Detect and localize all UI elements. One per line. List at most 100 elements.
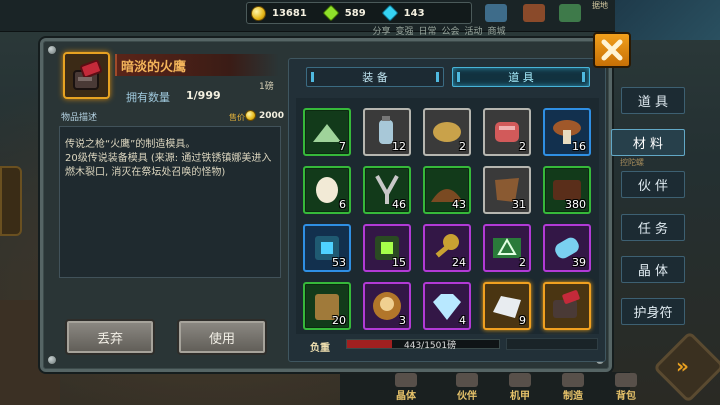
side-tab-quests[interactable]: 任 务 (621, 214, 685, 241)
discard-button[interactable]: 丢弃 (65, 319, 155, 355)
item-count: 9 (519, 314, 526, 327)
gold-coin-icon (245, 110, 256, 121)
inventory-slot[interactable] (543, 282, 591, 330)
double-chevron-icon: » (676, 354, 689, 378)
item-count: 380 (565, 198, 586, 211)
own-count-value: 1/999 (186, 89, 221, 102)
tab-equipment[interactable]: 装 备 (306, 67, 444, 87)
shop-cart-icon (559, 4, 581, 22)
use-button[interactable]: 使用 (177, 319, 267, 355)
left-expand-handle[interactable] (0, 166, 22, 236)
item-count: 20 (332, 314, 346, 327)
inventory-slot[interactable]: 2 (483, 224, 531, 272)
inventory-slot[interactable]: 380 (543, 166, 591, 214)
side-tab-items[interactable]: 道 具 (621, 87, 685, 114)
top-menu-daily[interactable]: 日常 (416, 24, 439, 37)
blue-diamond-icon (381, 4, 399, 22)
close-icon (601, 39, 623, 61)
bottom-nav-partners[interactable]: 伙伴 (447, 372, 487, 405)
item-count: 7 (339, 140, 346, 153)
side-tab-amulets[interactable]: 护身符 (621, 298, 685, 325)
item-count: 16 (572, 140, 586, 153)
crystals-icon (395, 373, 417, 387)
top-menu: 分享 变强 日常 公会 活动 商城 (370, 24, 508, 37)
events-button[interactable] (518, 4, 550, 34)
tab-marker (582, 72, 585, 82)
item-count: 53 (332, 256, 346, 269)
inventory-slot[interactable]: 15 (363, 224, 411, 272)
inventory-slot[interactable]: 2 (483, 108, 531, 156)
bottom-nav-crystals[interactable]: 晶体 (386, 372, 426, 405)
side-tab-materials[interactable]: 材 料 (611, 129, 685, 156)
firehawk-blueprint-icon (553, 290, 580, 318)
gold-coin-icon (251, 5, 266, 21)
inventory-slot[interactable]: 39 (543, 224, 591, 272)
backpack-icon (615, 373, 637, 387)
bottom-nav-label: 机甲 (510, 391, 530, 402)
tab-items[interactable]: 道 具 (452, 67, 590, 87)
side-hint: 控陀螺 (620, 158, 644, 167)
mech-icon (509, 373, 531, 387)
crafting-icon (562, 373, 584, 387)
inventory-slot[interactable]: 9 (483, 282, 531, 330)
item-count: 43 (452, 198, 466, 211)
inventory-slot[interactable]: 46 (363, 166, 411, 214)
green-gem-value: 589 (344, 7, 366, 19)
shop-button[interactable] (554, 4, 586, 34)
item-count: 2 (459, 140, 466, 153)
item-count: 4 (459, 314, 466, 327)
top-menu-events[interactable]: 活动 (462, 24, 485, 37)
item-count: 31 (512, 198, 526, 211)
description-tab: 物品描述 (61, 113, 98, 123)
price-label: 售价 (229, 113, 245, 122)
inventory-slot[interactable]: 12 (363, 108, 411, 156)
item-count: 46 (392, 198, 406, 211)
partners-icon (456, 373, 478, 387)
firehawk-blueprint-icon (72, 59, 102, 90)
bottom-nav-mech[interactable]: 机甲 (500, 372, 540, 405)
side-tab-partners[interactable]: 伙 伴 (621, 171, 685, 198)
item-count: 15 (392, 256, 406, 269)
top-menu-strengthen[interactable]: 变强 (393, 24, 416, 37)
top-menu-guild[interactable]: 公会 (439, 24, 462, 37)
top-menu-share[interactable]: 分享 (370, 24, 393, 37)
tab-marker (457, 72, 460, 82)
inventory-slot[interactable]: 7 (303, 108, 351, 156)
item-count: 39 (572, 256, 586, 269)
side-tab-crystals[interactable]: 晶 体 (621, 256, 685, 283)
item-count: 3 (399, 314, 406, 327)
green-gem-icon (322, 4, 340, 22)
inventory-slot[interactable]: 31 (483, 166, 531, 214)
gold-value: 13681 (272, 7, 307, 19)
inventory-slot[interactable]: 24 (423, 224, 471, 272)
top-menu-shop[interactable]: 商城 (485, 24, 508, 37)
bottom-nav-label: 背包 (616, 391, 636, 402)
inventory-slot[interactable]: 4 (423, 282, 471, 330)
inventory-slot[interactable]: 16 (543, 108, 591, 156)
diamond-value: 143 (403, 7, 425, 19)
base-tag: 据地 (592, 1, 608, 10)
inventory-slot[interactable]: 3 (363, 282, 411, 330)
load-bar-fill (347, 340, 392, 348)
price-value: 2000 (259, 111, 285, 121)
bottom-nav-backpack[interactable]: 背包 (606, 372, 646, 405)
tab-items-label: 道 具 (508, 71, 534, 84)
inventory-slot[interactable]: 6 (303, 166, 351, 214)
own-count-label: 拥有数量 (126, 91, 170, 104)
bottom-nav-label: 晶体 (396, 391, 416, 402)
events-icon (523, 4, 545, 22)
item-count: 6 (339, 198, 346, 211)
guild-icon (485, 4, 507, 22)
inventory-slot[interactable]: 53 (303, 224, 351, 272)
item-count: 2 (519, 256, 526, 269)
close-button[interactable] (593, 32, 631, 68)
gold-resource: 13681 (247, 3, 311, 23)
inventory-slot[interactable]: 43 (423, 166, 471, 214)
inventory-slot[interactable]: 20 (303, 282, 351, 330)
inventory-slot[interactable]: 2 (423, 108, 471, 156)
load-extra-bar (506, 338, 598, 350)
tab-marker (311, 72, 314, 82)
bottom-nav-label: 制造 (563, 391, 583, 402)
bottom-nav-crafting[interactable]: 制造 (553, 372, 593, 405)
tab-equipment-label: 装 备 (362, 71, 388, 84)
